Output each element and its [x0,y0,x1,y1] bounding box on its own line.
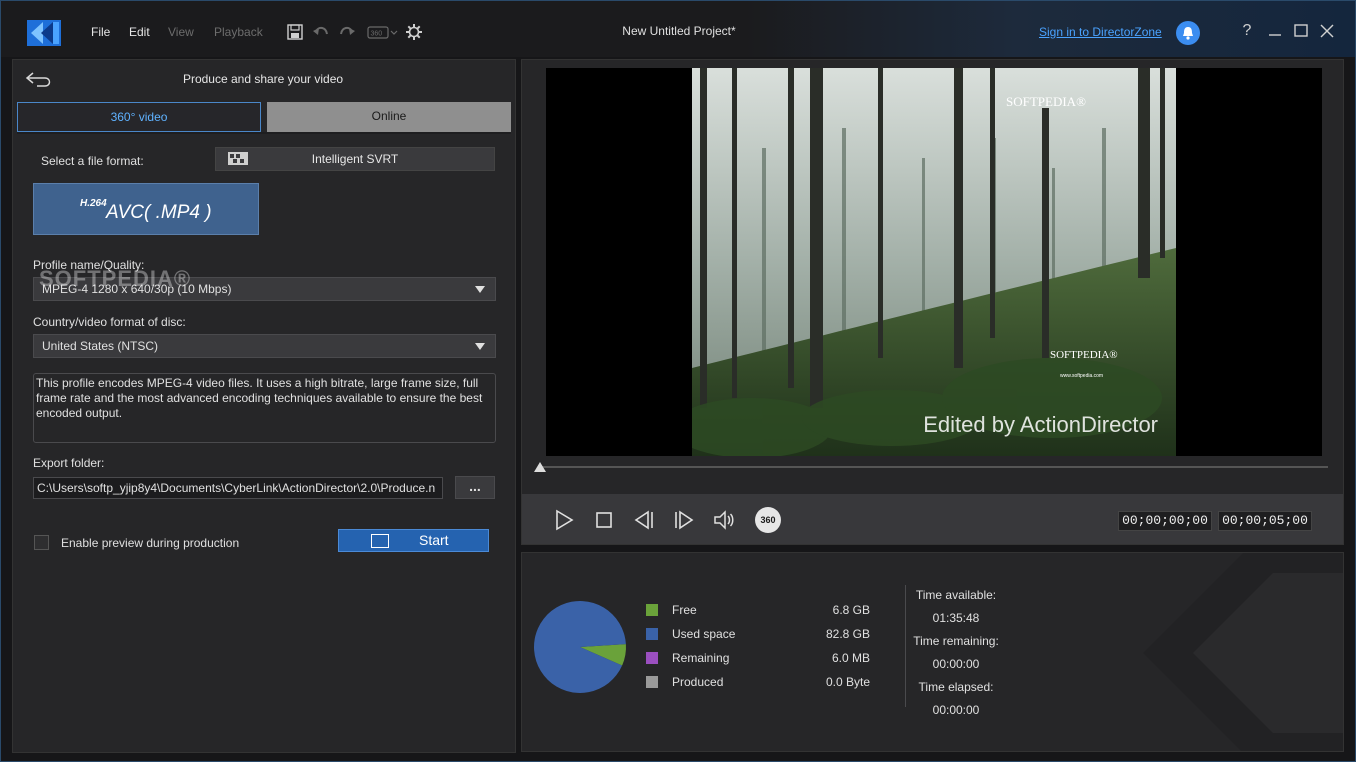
chevron-down-icon [475,286,485,293]
volume-icon[interactable] [712,508,736,532]
view-360-dropdown-icon[interactable]: 360 [367,23,399,41]
menu-view[interactable]: View [168,25,194,39]
legend-value: 0.0 Byte [825,675,870,689]
legend-value: 82.8 GB [825,627,870,641]
country-label: Country/video format of disc: [33,315,186,329]
legend-swatch-produced [646,676,658,688]
export-folder-input[interactable]: C:\Users\softp_yjip8y4\Documents\CyberLi… [33,477,443,499]
legend-label: Remaining [672,651,730,665]
minimize-icon[interactable] [1265,21,1285,41]
file-format-label: Select a file format: [41,154,144,168]
storage-info-panel: Free 6.8 GB Used space 82.8 GB Remaining… [521,552,1344,752]
gear-icon[interactable] [405,23,423,41]
legend-label: Used space [672,627,736,641]
legend-value: 6.8 GB [832,603,870,617]
legend-label: Produced [672,675,724,689]
video-preview[interactable]: SOFTPEDIA® SOFTPEDIA® www.softpedia.com … [546,68,1322,456]
format-tile-avc-mp4[interactable]: H.264 AVC( .MP4 ) [33,183,259,235]
play-icon[interactable] [552,508,576,532]
legend-label: Free [672,603,697,617]
redo-icon[interactable] [338,23,356,41]
preview-panel: SOFTPEDIA® SOFTPEDIA® www.softpedia.com … [521,59,1344,545]
video-frame: SOFTPEDIA® SOFTPEDIA® www.softpedia.com … [692,68,1176,456]
chevron-down-icon [475,343,485,350]
timecode-total: 00;00;05;00 [1218,511,1312,531]
softpedia-watermark-center: SOFTPEDIA® [1050,349,1118,361]
enable-preview-label: Enable preview during production [61,536,240,550]
time-remaining-label: Time remaining: [913,634,999,648]
legend-swatch-used [646,628,658,640]
legend-used-space: Used space 82.8 GB [646,626,876,642]
start-button[interactable]: Start [338,529,489,552]
profile-description: This profile encodes MPEG-4 video files.… [33,373,496,443]
panel-title: Produce and share your video [182,72,344,86]
legend-swatch-remaining [646,652,658,664]
menu-edit[interactable]: Edit [129,25,150,39]
legend-produced: Produced 0.0 Byte [646,674,876,690]
title-bar: File Edit View Playback 360 New Untitled… [1,1,1355,57]
format-codec-prefix: H.264 [80,198,107,209]
undo-icon[interactable] [312,23,330,41]
svg-text:360: 360 [371,31,383,38]
timecode-current: 00;00;00;00 [1118,511,1212,531]
softpedia-url: www.softpedia.com [1060,373,1104,379]
tab-divider [17,132,511,134]
menu-file[interactable]: File [91,25,110,39]
close-icon[interactable] [1317,21,1337,41]
tab-360-video[interactable]: 360° video [17,102,261,132]
next-frame-icon[interactable] [672,508,696,532]
start-label: Start [419,532,449,548]
sign-in-link[interactable]: Sign in to DirectorZone [1039,25,1162,39]
legend-remaining: Remaining 6.0 MB [646,650,876,666]
app-window: File Edit View Playback 360 New Untitled… [0,0,1356,762]
legend-free: Free 6.8 GB [646,602,876,618]
export-folder-label: Export folder: [33,456,105,470]
legend-swatch-free [646,604,658,616]
browse-button[interactable]: ... [455,476,495,499]
time-elapsed-value: 00:00:00 [932,703,980,717]
legend-value: 6.0 MB [831,651,870,665]
produce-panel: Produce and share your video 360° video … [12,59,516,753]
film-icon [371,534,389,548]
user-avatar[interactable] [1176,21,1200,45]
intelligent-svrt-button[interactable]: Intelligent SVRT [215,147,495,171]
tab-online[interactable]: Online [267,102,511,132]
bell-icon [1183,27,1193,40]
storage-pie-chart [534,601,626,693]
help-icon[interactable]: ? [1237,21,1257,41]
menu-playback[interactable]: Playback [214,25,263,39]
time-available-value: 01:35:48 [932,611,980,625]
playback-controls: 360 00;00;00;00 00;00;05;00 [522,494,1343,544]
svrt-icon [228,152,248,165]
app-logo-icon [27,20,61,46]
save-icon[interactable] [286,23,304,41]
country-select[interactable]: United States (NTSC) [33,334,496,358]
softpedia-watermark: SOFTPEDIA® [39,266,192,291]
format-name: AVC( .MP4 ) [106,202,212,223]
country-value: United States (NTSC) [42,339,159,353]
softpedia-watermark-top: SOFTPEDIA® [1006,94,1086,109]
enable-preview-checkbox[interactable] [34,535,49,550]
decorative-chevron [1143,553,1343,751]
maximize-icon[interactable] [1291,21,1311,41]
time-available-label: Time available: [915,588,997,602]
previous-frame-icon[interactable] [632,508,656,532]
seek-thumb[interactable] [534,462,546,472]
edited-by-watermark: Edited by ActionDirector [923,412,1158,437]
stop-icon[interactable] [592,508,616,532]
seek-bar[interactable] [538,466,1328,468]
project-title: New Untitled Project* [622,24,736,38]
time-elapsed-label: Time elapsed: [918,680,994,694]
forest-image [692,68,1176,456]
time-remaining-value: 00:00:00 [932,657,980,671]
vr-360-icon[interactable]: 360 [755,507,781,533]
svrt-label: Intelligent SVRT [311,152,399,166]
